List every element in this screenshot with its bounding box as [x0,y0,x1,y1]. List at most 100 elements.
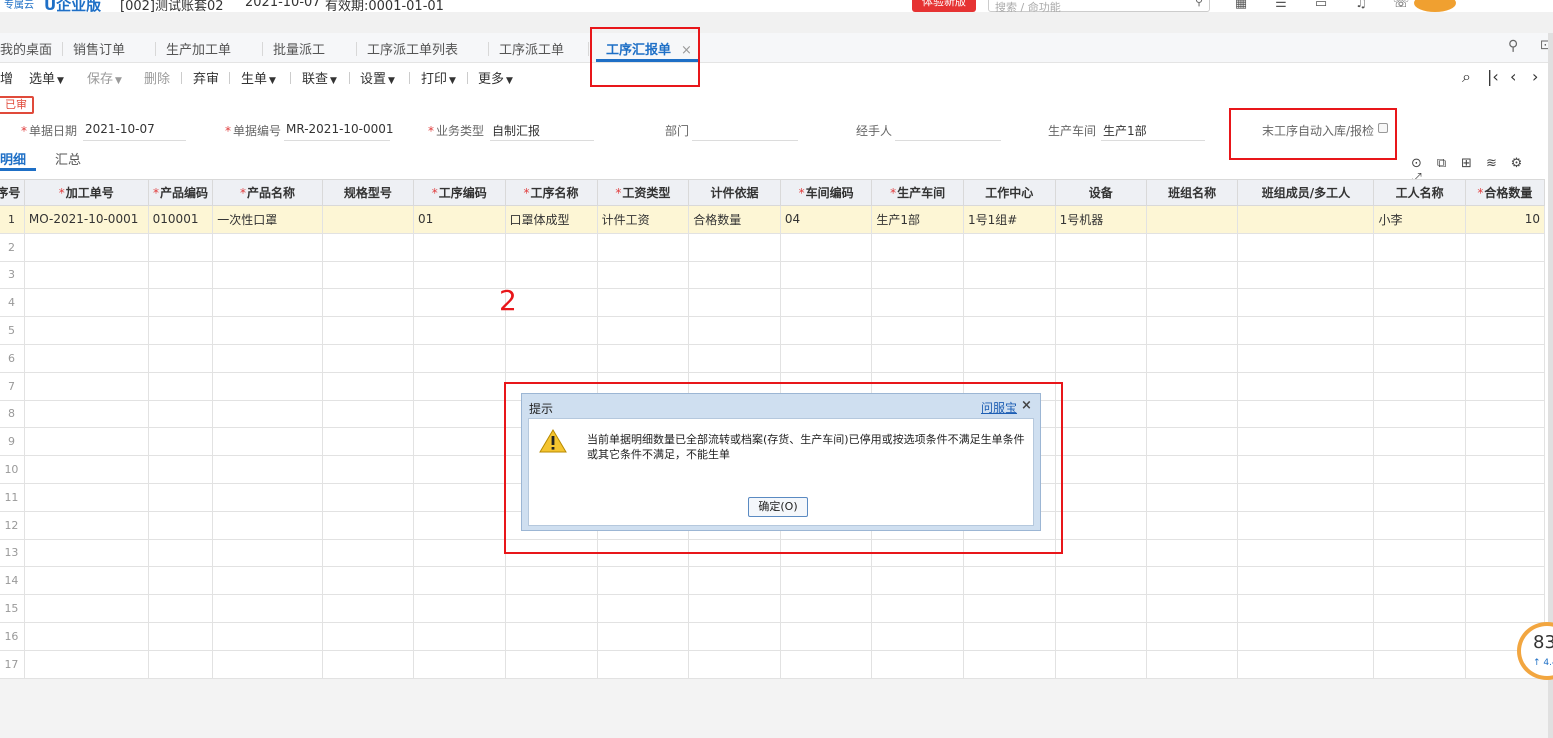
table-cell[interactable] [1237,566,1375,596]
table-cell[interactable] [321,399,414,429]
table-cell[interactable] [596,260,690,290]
table-cell[interactable] [779,649,873,679]
table-cell[interactable] [412,260,506,290]
document-number-field[interactable]: MR-2021-10-0001 [284,119,394,141]
table-cell[interactable] [1054,455,1148,484]
table-cell[interactable]: 小李 [1373,205,1466,234]
document-date-field[interactable]: 2021-10-07 [83,119,186,141]
business-type-field[interactable]: 自制汇报 [490,119,594,141]
table-cell[interactable] [212,427,323,457]
table-cell[interactable] [1373,343,1466,373]
table-cell[interactable] [871,649,964,679]
table-cell[interactable] [1237,316,1375,345]
table-cell[interactable] [504,649,598,679]
more-button[interactable]: 更多 ▼ [478,68,513,87]
table-row[interactable]: 5 [0,316,1546,345]
table-cell[interactable] [412,649,506,679]
table-cell[interactable] [147,566,214,596]
table-cell[interactable] [962,343,1056,373]
table-cell[interactable] [23,371,149,401]
list-icon[interactable]: ☰ [1266,0,1296,11]
table-cell[interactable] [871,288,964,318]
location-icon[interactable]: ⊙ [1404,156,1429,171]
message-icon[interactable]: ▭ [1306,0,1336,11]
phone-icon[interactable]: ☏ [1386,0,1416,11]
table-cell[interactable] [212,288,323,318]
table-cell[interactable] [212,510,323,540]
table-cell[interactable] [962,316,1056,345]
table-cell[interactable] [147,649,214,679]
table-cell[interactable] [321,316,414,345]
table-cell[interactable] [1464,594,1546,623]
table-cell[interactable] [412,288,506,318]
table-cell[interactable] [1054,260,1148,290]
table-cell[interactable] [779,343,873,373]
table-cell[interactable] [212,371,323,401]
table-cell[interactable] [688,649,781,679]
table-cell[interactable] [23,316,149,345]
table-cell[interactable]: 1号机器 [1054,205,1148,234]
table-cell[interactable] [147,316,214,345]
table-cell[interactable] [1054,594,1148,623]
generate-button[interactable]: 生单 ▼ [241,68,276,87]
table-cell[interactable] [688,621,781,651]
search-icon[interactable]: ⚲ [1195,0,1203,8]
gear-icon[interactable]: ⚙ [1504,156,1529,171]
table-cell[interactable] [1373,316,1466,345]
link-query-button[interactable]: 联查 ▼ [302,68,337,87]
table-cell[interactable] [321,538,414,568]
table-cell[interactable] [779,594,873,623]
table-cell[interactable] [1146,371,1239,401]
table-cell[interactable] [1237,538,1375,568]
select-source-button[interactable]: 选单 ▼ [29,68,64,87]
column-header[interactable]: 工人名称 [1373,179,1466,206]
table-row[interactable]: 1 MO-2021-10-0001 010001 一次性口罩 01 口罩体成型 计件工资 合格… [0,205,1546,234]
tab-batch-dispatch[interactable]: 批量派工 [273,39,325,58]
column-header[interactable]: 规格型号 [321,179,414,206]
table-cell[interactable] [596,343,690,373]
table-cell[interactable] [504,260,598,290]
table-cell[interactable] [1146,288,1239,318]
table-cell[interactable] [1054,316,1148,345]
table-cell[interactable] [596,594,690,623]
table-cell[interactable] [1237,649,1375,679]
table-cell[interactable] [412,399,506,429]
table-cell[interactable] [23,566,149,596]
print-button[interactable]: 打印 ▼ [421,68,456,87]
table-cell[interactable] [147,538,214,568]
table-cell[interactable] [412,371,506,401]
table-cell[interactable] [23,482,149,512]
table-cell[interactable] [688,566,781,596]
table-cell[interactable] [1237,205,1375,234]
column-header[interactable]: *工资类型 [596,179,690,206]
table-cell[interactable] [147,621,214,651]
table-cell[interactable] [504,621,598,651]
column-settings-icon[interactable]: ≋ [1479,156,1504,171]
table-cell[interactable] [321,566,414,596]
table-cell[interactable] [412,566,506,596]
table-cell[interactable] [1373,566,1466,596]
table-cell[interactable]: 一次性口罩 [212,205,323,234]
table-cell[interactable] [147,399,214,429]
save-button[interactable]: 保存 ▼ [87,68,122,87]
tab-detail[interactable]: 明细 [0,149,26,168]
table-cell[interactable] [147,343,214,373]
table-cell[interactable] [1146,594,1239,623]
table-cell[interactable] [688,343,781,373]
previous-record-icon[interactable]: ‹ [1510,67,1516,86]
table-cell[interactable] [412,316,506,345]
table-cell[interactable] [504,232,598,262]
table-cell[interactable] [596,316,690,345]
table-cell[interactable] [321,649,414,679]
table-cell[interactable] [871,621,964,651]
table-cell[interactable] [1237,260,1375,290]
table-cell[interactable] [1464,427,1546,457]
tab-dispatch-order[interactable]: 工序派工单 [499,39,564,58]
column-header[interactable]: *生产车间 [871,179,964,206]
table-cell[interactable] [688,288,781,318]
table-cell[interactable]: 04 [779,205,873,234]
table-cell[interactable] [1054,288,1148,318]
table-cell[interactable] [147,594,214,623]
table-cell[interactable] [147,371,214,401]
table-row[interactable]: 16 [0,621,1546,651]
